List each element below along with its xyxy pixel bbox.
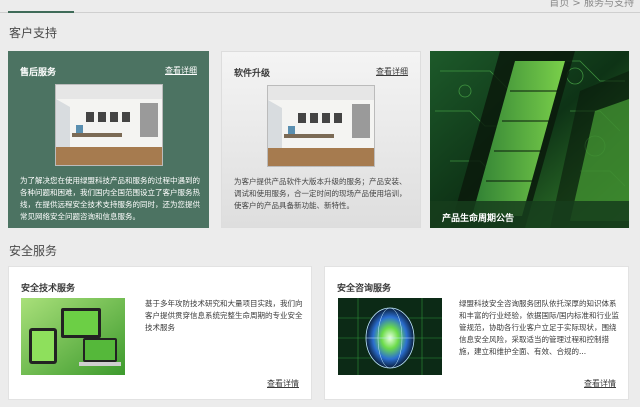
software-upgrade-title: 软件升级 (234, 69, 271, 79)
security-tech-card[interactable]: 安全技术服务 基于多年攻防技术研究和大量项目实践，我们向客户提供贯穿信息系统完整… (8, 266, 312, 400)
circuit-board-image (430, 51, 629, 228)
after-sales-title: 售后服务 (20, 68, 57, 78)
after-sales-more-link[interactable]: 查看详细 (165, 65, 197, 76)
security-tech-title: 安全技术服务 (21, 284, 76, 294)
devices-photo (21, 298, 125, 375)
security-section-title: 安全服务 (9, 244, 58, 258)
security-consult-title: 安全咨询服务 (337, 284, 392, 294)
globe-photo (338, 298, 442, 375)
security-tech-more-link[interactable]: 查看详情 (267, 378, 299, 389)
software-upgrade-more-link[interactable]: 查看详细 (376, 66, 408, 77)
header-accent-bar (8, 11, 74, 13)
digital-globe-image (338, 298, 442, 375)
support-section-title: 客户支持 (9, 26, 58, 40)
after-sales-card[interactable]: 售后服务 查看详细 为了解决您在使用绿盟科技产品和服务的过程中遇到的各种问题和困… (8, 51, 209, 228)
security-consult-more-link[interactable]: 查看详情 (584, 378, 616, 389)
software-upgrade-card[interactable]: 软件升级 查看详细 为客户提供产品软件大版本升级的服务；产品安装、调试和使用服务… (221, 51, 421, 228)
devices-image (21, 298, 125, 375)
security-consult-card[interactable]: 安全咨询服务 绿盟科技安全咨询服务团队依托深厚的知识体系和丰富的行业经验，依据国… (324, 266, 629, 400)
office-photo (267, 85, 375, 167)
breadcrumb[interactable]: 首页 > 服务与支持 (549, 0, 634, 9)
security-tech-description: 基于多年攻防技术研究和大量项目实践，我们向客户提供贯穿信息系统完整生命周期的专业… (145, 299, 303, 332)
header-divider (0, 12, 640, 13)
security-consult-description: 绿盟科技安全咨询服务团队依托深厚的知识体系和丰富的行业经验，依据国际/国内标准和… (459, 299, 620, 356)
product-lifecycle-title: 产品生命周期公告 (442, 214, 515, 224)
office-photo-image (268, 86, 374, 166)
after-sales-description: 为了解决您在使用绿盟科技产品和服务的过程中遇到的各种问题和困难，我们国内全国范围… (20, 176, 200, 221)
software-upgrade-description: 为客户提供产品软件大版本升级的服务；产品安装、调试和使用服务，合一定时间的现场产… (234, 177, 407, 210)
office-photo-image (56, 85, 162, 165)
office-photo (55, 84, 163, 166)
product-lifecycle-card[interactable]: 产品生命周期公告 (430, 51, 629, 228)
